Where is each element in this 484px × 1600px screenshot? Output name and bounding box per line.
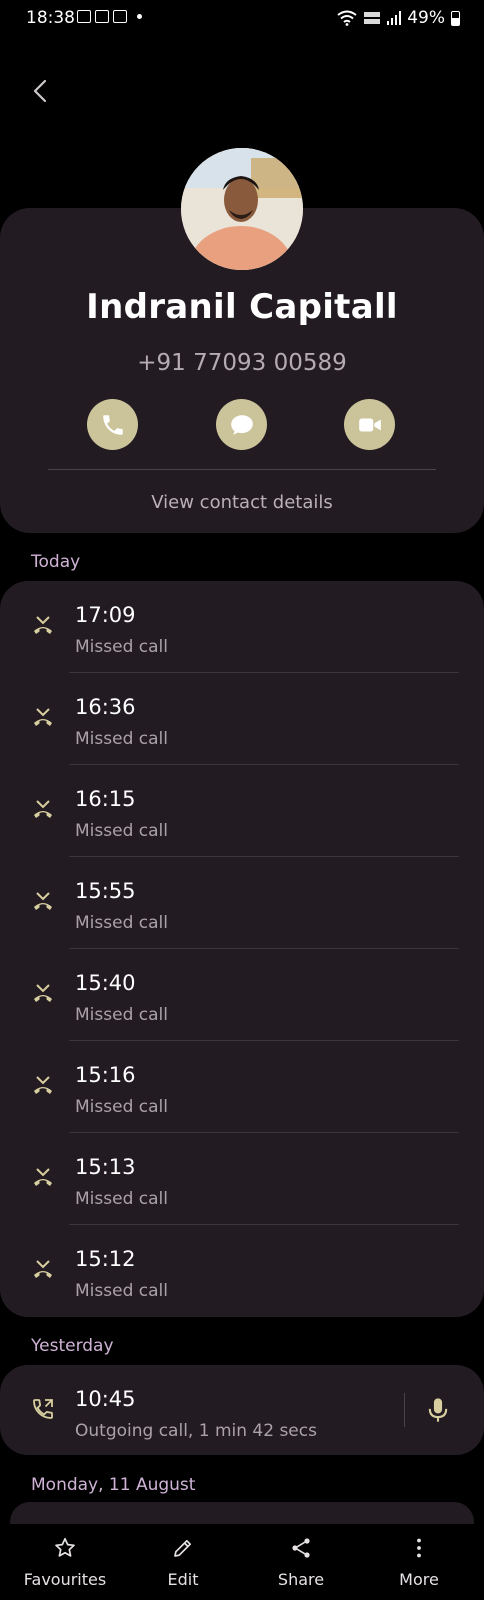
call-group-today: 17:09 Missed call 16:36 Missed call 16:1… [0,581,484,1317]
section-header-today: Today [31,552,81,572]
battery-icon [451,10,460,26]
favourites-label: Favourites [23,1570,107,1589]
teams-icon [95,10,109,23]
missed-call-icon [34,984,52,1002]
call-type: Missed call [75,1097,168,1117]
call-time: 16:36 [75,695,136,719]
back-button[interactable] [26,76,56,106]
call-time: 10:45 [75,1387,136,1411]
video-call-button[interactable] [344,399,395,450]
volte-icon [364,12,381,24]
edit-button[interactable]: Edit [128,1524,238,1600]
message-button[interactable] [216,399,267,450]
bottom-action-bar: Favourites Edit Share More [0,1524,484,1600]
view-contact-details-button[interactable]: View contact details [0,492,484,513]
missed-call-icon [34,1260,52,1278]
call-log-row[interactable]: 17:09 Missed call [0,581,484,673]
video-icon [358,418,381,431]
share-icon [292,1538,310,1558]
call-type: Missed call [75,913,168,933]
section-header-monday: Monday, 11 August [31,1475,196,1495]
call-log-row[interactable]: 15:13 Missed call [0,1133,484,1225]
system-indicators: 49% [337,8,460,28]
call-time: 15:12 [75,1247,136,1271]
call-recording-button[interactable] [424,1396,452,1424]
status-bar: 18:38 49% [0,0,484,36]
news-icon [113,10,127,23]
gallery-icon [77,10,91,23]
section-header-yesterday: Yesterday [31,1336,114,1356]
call-log-row[interactable]: 16:36 Missed call [0,673,484,765]
call-time: 16:15 [75,787,136,811]
edit-label: Edit [167,1570,199,1589]
missed-call-icon [34,1168,52,1186]
call-log-row[interactable]: 15:55 Missed call [0,857,484,949]
call-time: 15:16 [75,1063,136,1087]
notification-icons [77,10,142,23]
outgoing-call-icon [33,1399,53,1419]
status-time: 18:38 [26,8,75,28]
call-type: Missed call [75,1281,168,1301]
divider [404,1393,405,1427]
phone-icon [102,414,123,435]
missed-call-icon [34,708,52,726]
contact-photo [181,148,303,270]
missed-call-icon [34,892,52,910]
call-time: 15:40 [75,971,136,995]
more-button[interactable]: More [364,1524,474,1600]
call-time: 15:55 [75,879,136,903]
call-type: Missed call [75,729,168,749]
star-icon [55,1537,75,1557]
divider [48,469,436,470]
call-log-row[interactable]: 16:15 Missed call [0,765,484,857]
wifi-icon [337,10,357,26]
call-type: Missed call [75,1005,168,1025]
share-label: Share [277,1570,325,1589]
call-time: 15:13 [75,1155,136,1179]
dot-icon [137,14,142,19]
more-label: More [399,1570,439,1589]
call-type: Missed call [75,1189,168,1209]
message-icon [230,414,253,435]
voice-call-button[interactable] [87,399,138,450]
more-vertical-icon [417,1538,421,1558]
call-time: 17:09 [75,603,136,627]
call-history-screen: 18:38 49% Indranil Capitall +91 77093 00… [0,0,484,1600]
call-log-row[interactable]: 15:12 Missed call [0,1225,484,1317]
call-log-row[interactable]: 15:40 Missed call [0,949,484,1041]
call-type: Missed call [75,637,168,657]
call-group-yesterday: 10:45 Outgoing call, 1 min 42 secs [0,1365,484,1455]
contact-name: Indranil Capitall [86,287,398,327]
missed-call-icon [34,1076,52,1094]
share-button[interactable]: Share [246,1524,356,1600]
microphone-icon [433,1398,443,1414]
call-log-row[interactable]: 10:45 Outgoing call, 1 min 42 secs [0,1365,484,1457]
signal-icon [387,11,402,25]
call-log-row[interactable]: 15:16 Missed call [0,1041,484,1133]
battery-percentage: 49% [407,8,445,28]
missed-call-icon [34,800,52,818]
favourites-button[interactable]: Favourites [10,1524,120,1600]
call-type: Outgoing call, 1 min 42 secs [75,1421,317,1441]
call-type: Missed call [75,821,168,841]
pencil-icon [174,1539,192,1557]
contact-phone-number[interactable]: +91 77093 00589 [0,350,484,376]
avatar[interactable] [181,148,303,270]
missed-call-icon [34,616,52,634]
